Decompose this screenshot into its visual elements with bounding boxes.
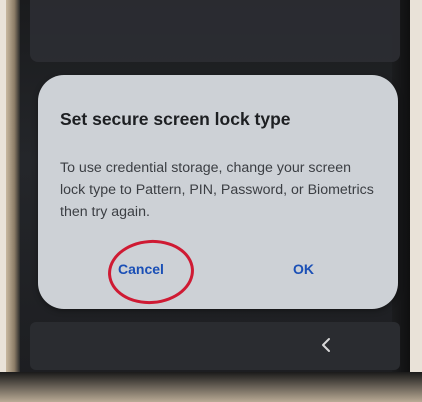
- bottom-surface: [0, 372, 422, 402]
- phone-frame: Set secure screen lock type To use crede…: [6, 0, 410, 402]
- ok-button[interactable]: OK: [293, 261, 314, 277]
- chevron-left-icon[interactable]: [316, 334, 338, 356]
- dialog-message: To use credential storage, change your s…: [60, 160, 374, 220]
- dialog-title: Set secure screen lock type: [60, 109, 291, 129]
- cancel-button[interactable]: Cancel: [118, 261, 164, 277]
- phone-edge-left: [6, 0, 20, 402]
- screen-top-area: [30, 0, 400, 62]
- navigation-bar: [30, 322, 400, 370]
- secure-lock-dialog: Set secure screen lock type To use crede…: [38, 75, 398, 309]
